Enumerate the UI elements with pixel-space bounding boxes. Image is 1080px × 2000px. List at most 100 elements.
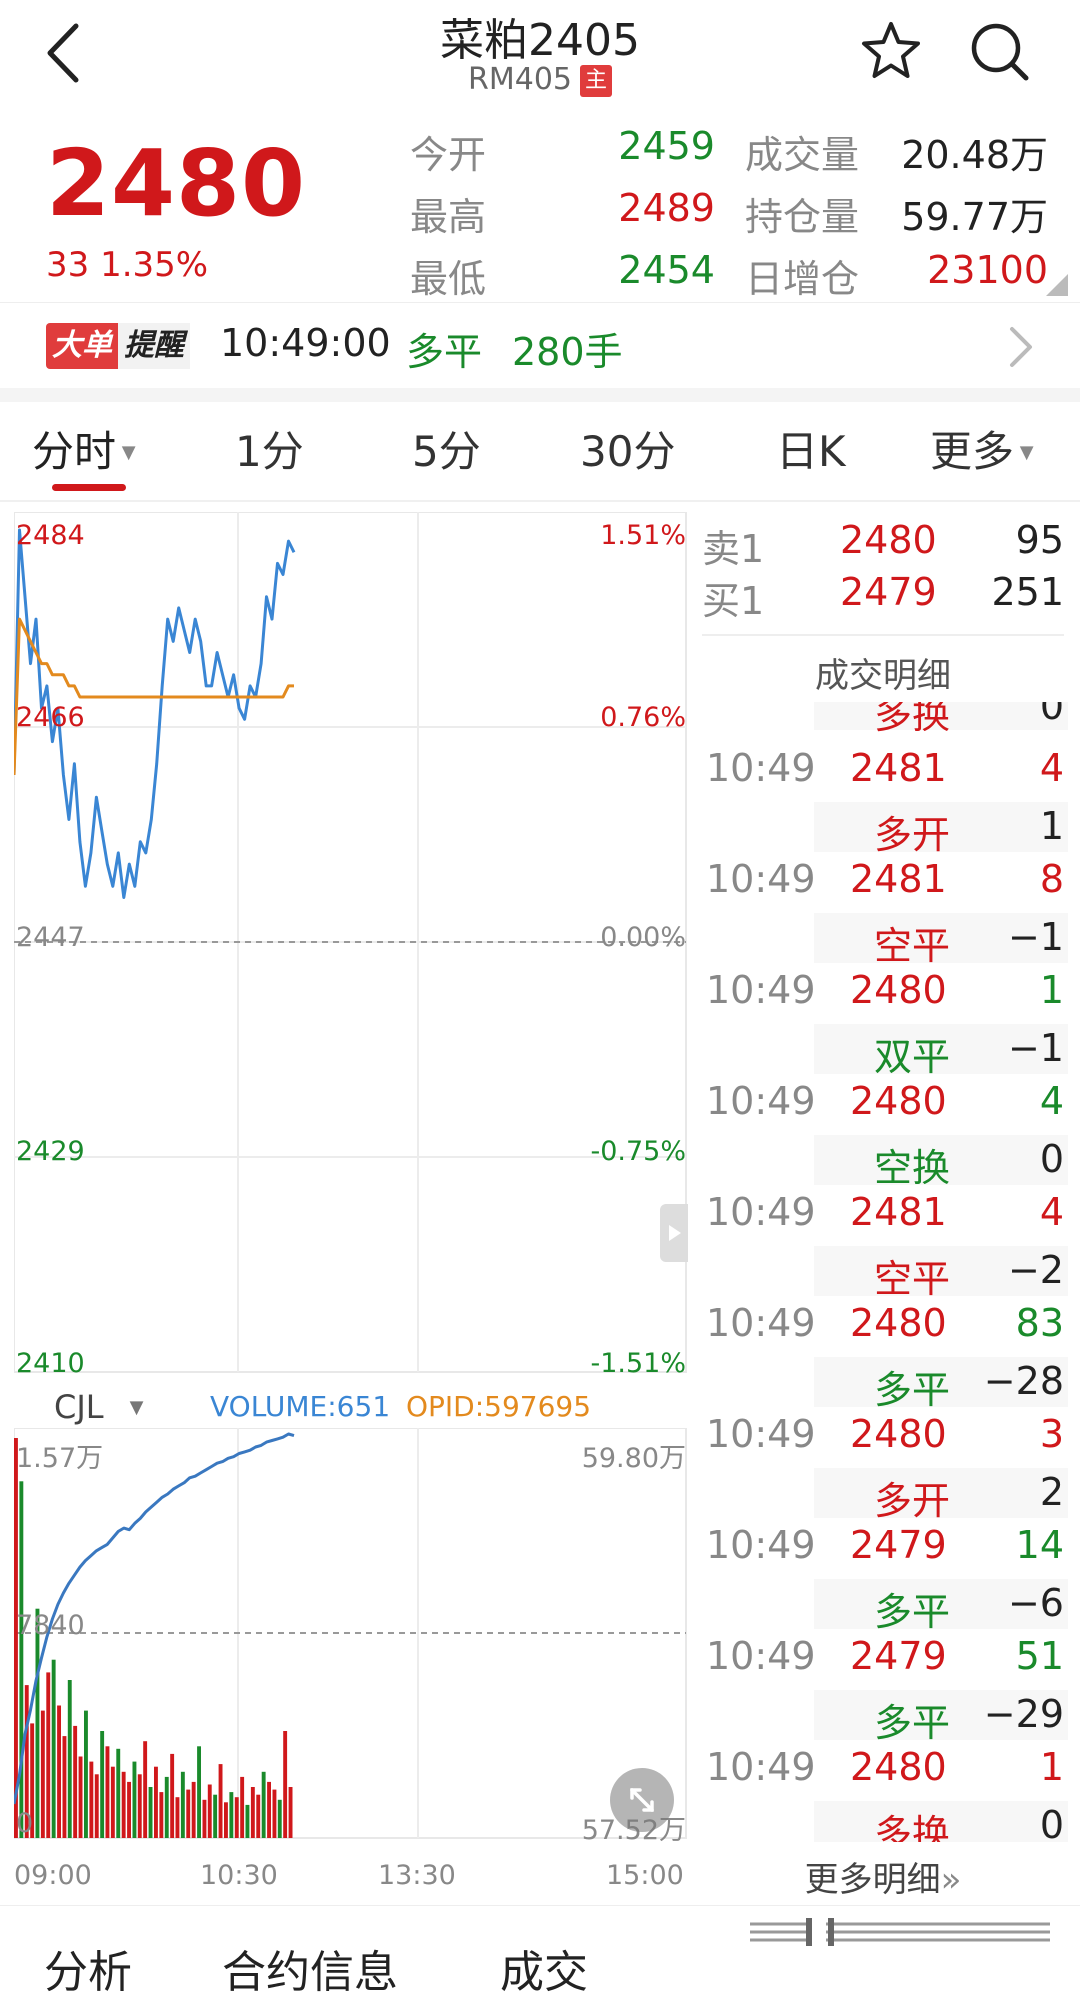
volume-bar	[180, 1771, 185, 1838]
volume-bar	[51, 1659, 56, 1838]
volume-bar	[132, 1761, 137, 1838]
trade-time: 10:49	[706, 1079, 816, 1123]
trade-volume: 8	[1039, 857, 1064, 901]
trade-sub-row: 多开 1	[814, 802, 1068, 857]
volume-bar	[256, 1794, 261, 1838]
trade-type: 双平	[874, 1035, 951, 1079]
volume-bar	[191, 1781, 196, 1838]
trade-row: 10:49 2480 4 空换 0	[700, 1079, 1068, 1190]
tab-more[interactable]: 更多 ▼	[930, 418, 1034, 479]
caret-down-icon: ▼	[116, 442, 136, 463]
indicator-select[interactable]: CJL ▼	[54, 1388, 143, 1426]
low-value: 2454	[618, 248, 715, 292]
tab-intraday[interactable]: 分时 ▼	[32, 418, 136, 479]
expand-corner-icon[interactable]	[1046, 274, 1068, 300]
play-right-icon	[669, 1225, 681, 1241]
bid1-price: 2479	[840, 570, 937, 614]
volume-bar	[283, 1731, 288, 1838]
double-chevron-right-icon: »	[940, 1860, 962, 1900]
alert-badge: 大单 提醒	[46, 323, 190, 369]
open-interest-label: 持仓量	[745, 195, 860, 239]
trade-sub-row: 多平 −6	[814, 1579, 1068, 1634]
main-contract-badge: 主	[580, 65, 612, 97]
trade-time: 10:49	[706, 746, 816, 790]
trade-time: 10:49	[706, 1523, 816, 1567]
trade-type: 多平	[874, 1701, 951, 1745]
volume-bar	[207, 1784, 212, 1838]
tab-30min[interactable]: 30分	[580, 418, 675, 479]
bid1-label: 买1	[702, 579, 765, 623]
volume-bar	[224, 1802, 228, 1838]
trade-price: 2479	[850, 1634, 947, 1678]
bottom-tab-contract-info[interactable]: 合约信息	[222, 1936, 398, 2000]
trade-price: 2479	[850, 1523, 947, 1567]
panel-toggle-button[interactable]	[660, 1204, 688, 1262]
volume-bar	[197, 1746, 201, 1838]
y-tick-right-4: -1.51%	[590, 1348, 686, 1379]
volume-bar	[100, 1731, 105, 1838]
more-details-label: 更多明细	[804, 1860, 941, 1900]
open-label: 今开	[410, 133, 487, 177]
trade-time: 10:49	[706, 1301, 816, 1345]
trade-price: 2481	[850, 746, 947, 790]
favorite-button[interactable]	[858, 18, 924, 88]
open-interest-value: 59.77万	[901, 195, 1048, 239]
trade-price: 2481	[850, 1190, 947, 1234]
caret-down-icon: ▼	[1014, 442, 1034, 463]
depth-icon[interactable]	[750, 1918, 1056, 1946]
bottom-tab-analysis[interactable]: 分析	[44, 1936, 132, 2000]
volume-bar	[35, 1608, 40, 1838]
volume-chart[interactable]	[14, 1428, 688, 1848]
trade-sub-row: 空平 −1	[814, 913, 1068, 968]
volume-bar	[245, 1804, 250, 1838]
volume-readout: VOLUME:651	[210, 1390, 391, 1423]
y-tick-right-1: 0.76%	[600, 702, 686, 733]
search-button[interactable]	[966, 18, 1032, 88]
volume-bar	[175, 1797, 180, 1838]
trade-price: 2481	[850, 857, 947, 901]
ask1-price: 2480	[840, 518, 937, 562]
volume-label: 成交量	[745, 133, 860, 177]
big-order-alert[interactable]: 大单 提醒 10:49:00 多平 280手	[0, 302, 1080, 389]
volume-bar	[272, 1789, 277, 1838]
trade-sub-row: 多平 −28	[814, 1357, 1068, 1412]
oi-change-value: 23100	[927, 248, 1048, 292]
indicator-name: CJL	[54, 1388, 104, 1426]
contract-code-text: RM405	[468, 62, 572, 97]
trade-time: 10:49	[706, 1412, 816, 1456]
trade-volume: 51	[1015, 1634, 1064, 1678]
vol-y-tick-right-0: 59.80万	[581, 1443, 686, 1474]
bottom-tab-trades[interactable]: 成交	[500, 1936, 588, 2000]
more-details-link[interactable]: 更多明细»	[702, 1852, 1064, 1901]
x-tick-3: 15:00	[606, 1860, 684, 1891]
alert-lots: 280手	[512, 330, 623, 374]
trade-volume: 4	[1039, 1190, 1064, 1234]
trade-sub-row: 多平 −29	[814, 1690, 1068, 1745]
trade-partial-oi: 0	[1039, 702, 1064, 728]
volume-bar	[267, 1781, 271, 1838]
volume-bar	[110, 1766, 115, 1838]
volume-bar	[57, 1705, 61, 1838]
fullscreen-button[interactable]	[610, 1768, 674, 1832]
volume-bar	[137, 1774, 142, 1838]
volume-bar	[89, 1761, 94, 1838]
tab-5min[interactable]: 5分	[412, 418, 481, 479]
x-tick-1: 10:30	[200, 1860, 278, 1891]
trade-volume: 4	[1039, 1079, 1064, 1123]
caret-down-icon: ▼	[129, 1397, 144, 1418]
trade-partial-type: 多换	[874, 702, 951, 737]
volume-bar	[73, 1725, 78, 1838]
vol-y-tick-left-0: 1.57万	[16, 1443, 104, 1474]
tab-1min[interactable]: 1分	[235, 418, 304, 479]
trade-detail-list[interactable]: 多换 0 10:49 2481 4 多开 1 10:49 2481 8 空平 −1 10:49 248…	[700, 702, 1068, 1842]
tab-active-indicator	[52, 484, 126, 491]
trade-oi-change: −2	[1007, 1248, 1064, 1292]
tab-daily-k[interactable]: 日K	[776, 418, 846, 479]
expand-icon	[630, 1788, 654, 1812]
trade-detail-title: 成交明细	[815, 656, 951, 696]
trade-type: 多平	[874, 1590, 951, 1634]
y-tick-right-2: 0.00%	[600, 922, 686, 953]
trade-oi-change: −6	[1007, 1581, 1064, 1625]
trade-volume: 3	[1039, 1412, 1064, 1456]
trade-time: 10:49	[706, 857, 816, 901]
